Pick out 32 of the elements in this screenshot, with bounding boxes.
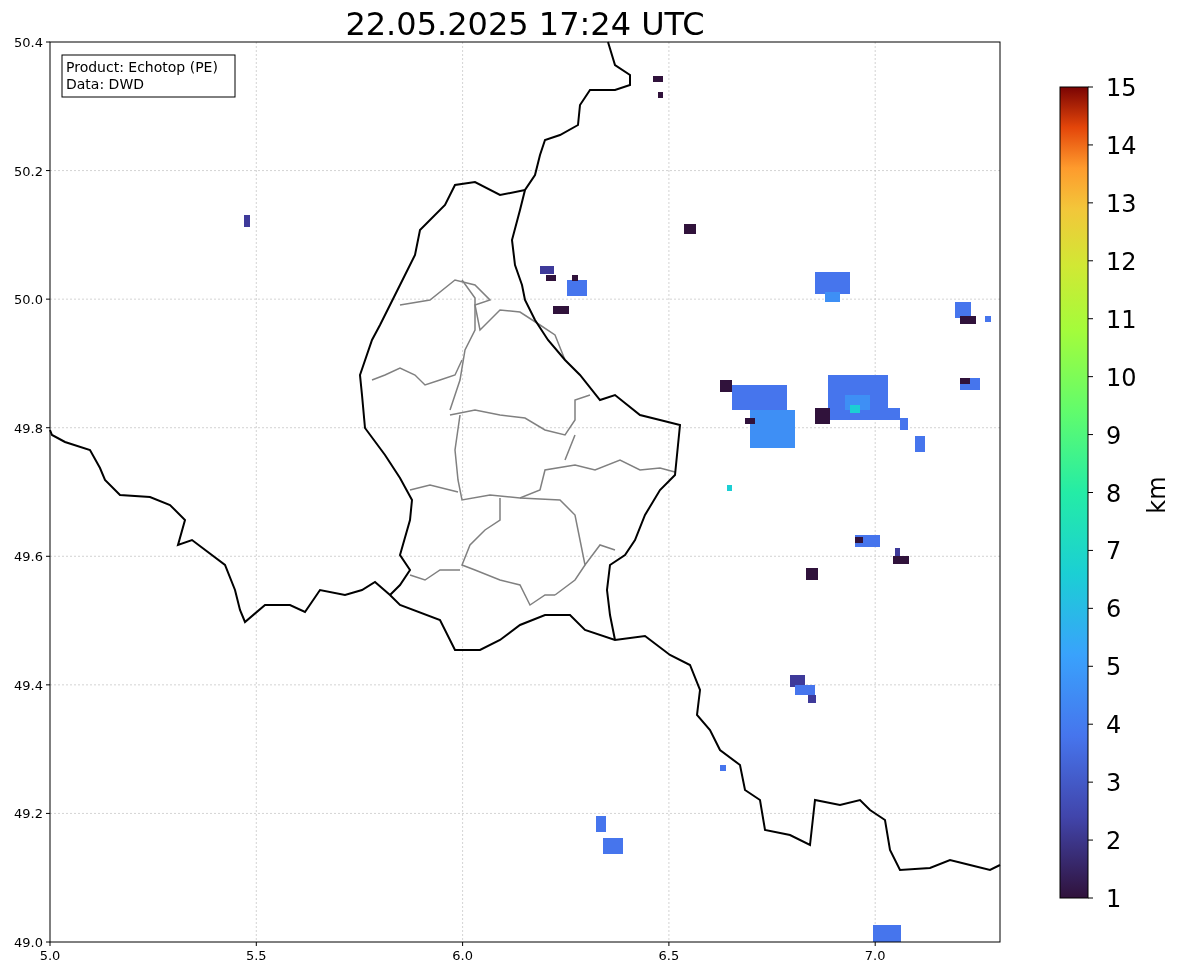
x-tick-label: 6.0 bbox=[452, 948, 473, 963]
y-tick-label: 50.0 bbox=[14, 292, 43, 308]
colorbar-tick-label: 4 bbox=[1106, 711, 1122, 740]
colorbar-tick-label: 10 bbox=[1106, 363, 1137, 392]
colorbar-tick-label: 2 bbox=[1106, 827, 1122, 856]
info-text: Product: Echotop (PE) bbox=[66, 59, 218, 75]
colorbar-tick-label: 5 bbox=[1106, 653, 1122, 682]
colorbar-tick-label: 1 bbox=[1106, 885, 1122, 913]
colorbar-tick-label: 6 bbox=[1106, 595, 1122, 624]
colorbar-tick-label: 11 bbox=[1106, 305, 1137, 334]
y-tick-label: 50.2 bbox=[14, 163, 43, 179]
chart-title: 22.05.2025 17:24 UTC bbox=[345, 5, 705, 43]
y-tick-label: 49.4 bbox=[14, 677, 43, 693]
colorbar-tick-label: 15 bbox=[1106, 74, 1137, 102]
colorbar-tick-label: 7 bbox=[1106, 537, 1122, 566]
y-tick-label: 49.0 bbox=[14, 935, 43, 950]
info-text: Data: DWD bbox=[66, 76, 144, 92]
colorbar-tick-label: 12 bbox=[1106, 247, 1137, 276]
y-tick-label: 49.2 bbox=[14, 806, 43, 822]
x-tick-label: 5.5 bbox=[245, 948, 267, 963]
colorbar-tick-label: 14 bbox=[1106, 131, 1137, 160]
colorbar-tick-label: 9 bbox=[1106, 421, 1122, 450]
colorbar-tick-label: 8 bbox=[1106, 479, 1122, 508]
x-tick-label: 7.0 bbox=[864, 948, 886, 963]
x-tick-label: 5.0 bbox=[39, 948, 61, 963]
y-tick-label: 49.8 bbox=[14, 420, 43, 436]
colorbar-label: km bbox=[1143, 476, 1171, 514]
x-tick-label: 6.5 bbox=[658, 948, 680, 963]
y-tick-label: 49.6 bbox=[14, 549, 43, 565]
colorbar-tick-label: 13 bbox=[1106, 189, 1137, 218]
y-tick-label: 50.4 bbox=[14, 35, 43, 50]
colorbar-tick-label: 3 bbox=[1106, 769, 1122, 798]
